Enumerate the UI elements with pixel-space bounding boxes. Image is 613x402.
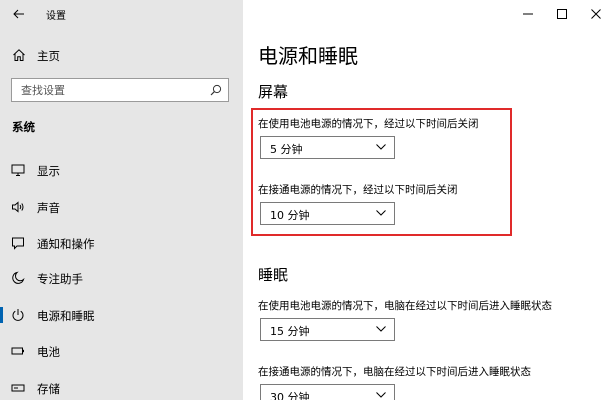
main-content: 电源和睡眠 屏幕 在使用电池电源的情况下，经过以下时间后关闭 5 分钟 在接通电… xyxy=(243,0,613,400)
sidebar-item-label: 存储 xyxy=(37,382,60,396)
speaker-icon xyxy=(11,200,25,214)
screen-plugged-dropdown[interactable]: 10 分钟 xyxy=(260,202,395,225)
dropdown-value: 30 分钟 xyxy=(270,391,310,400)
minimize-icon xyxy=(523,13,533,15)
sidebar-item-sound[interactable]: 声音 xyxy=(0,193,243,221)
search-box[interactable] xyxy=(11,78,229,102)
sleep-plugged-dropdown[interactable]: 30 分钟 xyxy=(260,384,395,400)
back-arrow-icon xyxy=(13,9,24,19)
page-title: 电源和睡眠 xyxy=(258,44,358,68)
sidebar-item-focus-assist[interactable]: 专注助手 xyxy=(0,264,243,292)
dropdown-value: 15 分钟 xyxy=(270,325,310,338)
section-heading-sleep: 睡眠 xyxy=(258,266,289,284)
minimize-button[interactable] xyxy=(511,0,545,28)
section-heading-screen: 屏幕 xyxy=(258,83,289,101)
section-label-system: 系统 xyxy=(12,120,35,134)
search-icon[interactable] xyxy=(210,84,222,96)
sidebar-item-label: 电源和睡眠 xyxy=(37,309,95,323)
display-icon xyxy=(11,163,25,177)
window-controls xyxy=(511,0,613,28)
sleep-battery-label: 在使用电池电源的情况下，电脑在经过以下时间后进入睡眠状态 xyxy=(258,300,552,312)
screen-plugged-label: 在接通电源的情况下，经过以下时间后关闭 xyxy=(258,184,458,196)
sleep-plugged-label: 在接通电源的情况下，电脑在经过以下时间后进入睡眠状态 xyxy=(258,366,531,378)
sidebar-item-label: 通知和操作 xyxy=(37,237,95,251)
chevron-down-icon xyxy=(376,210,386,216)
sidebar-item-label: 电池 xyxy=(37,345,60,359)
notification-icon xyxy=(11,236,25,250)
sidebar-item-notifications[interactable]: 通知和操作 xyxy=(0,229,243,257)
sidebar-item-battery[interactable]: 电池 xyxy=(0,337,243,365)
maximize-button[interactable] xyxy=(545,0,579,28)
chevron-down-icon xyxy=(376,144,386,150)
chevron-down-icon xyxy=(376,326,386,332)
maximize-icon xyxy=(557,9,567,19)
power-icon xyxy=(11,308,25,322)
search-input[interactable] xyxy=(21,81,201,99)
moon-icon xyxy=(11,271,25,285)
sidebar-item-label: 专注助手 xyxy=(37,272,83,286)
sidebar-item-label: 显示 xyxy=(37,164,60,178)
sidebar: 设置 主页 系统 显示 xyxy=(0,0,243,400)
storage-icon xyxy=(11,381,25,395)
sidebar-item-power-sleep[interactable]: 电源和睡眠 xyxy=(0,301,243,329)
home-label: 主页 xyxy=(37,49,60,63)
screen-battery-label: 在使用电池电源的情况下，经过以下时间后关闭 xyxy=(258,118,479,130)
sidebar-item-home[interactable]: 主页 xyxy=(0,43,243,69)
back-button[interactable] xyxy=(10,5,28,23)
dropdown-value: 10 分钟 xyxy=(270,209,310,222)
sleep-battery-dropdown[interactable]: 15 分钟 xyxy=(260,318,395,341)
dropdown-value: 5 分钟 xyxy=(270,143,303,156)
chevron-down-icon xyxy=(376,392,386,398)
title-bar: 设置 xyxy=(0,0,243,28)
battery-icon xyxy=(11,344,25,358)
close-button[interactable] xyxy=(579,0,613,28)
home-icon xyxy=(12,48,26,62)
close-icon xyxy=(591,9,601,19)
selection-indicator xyxy=(0,307,3,323)
app-title: 设置 xyxy=(46,11,66,22)
sidebar-item-display[interactable]: 显示 xyxy=(0,156,243,184)
sidebar-item-label: 声音 xyxy=(37,201,60,215)
screen-battery-dropdown[interactable]: 5 分钟 xyxy=(260,136,395,159)
sidebar-item-storage[interactable]: 存储 xyxy=(0,374,243,402)
